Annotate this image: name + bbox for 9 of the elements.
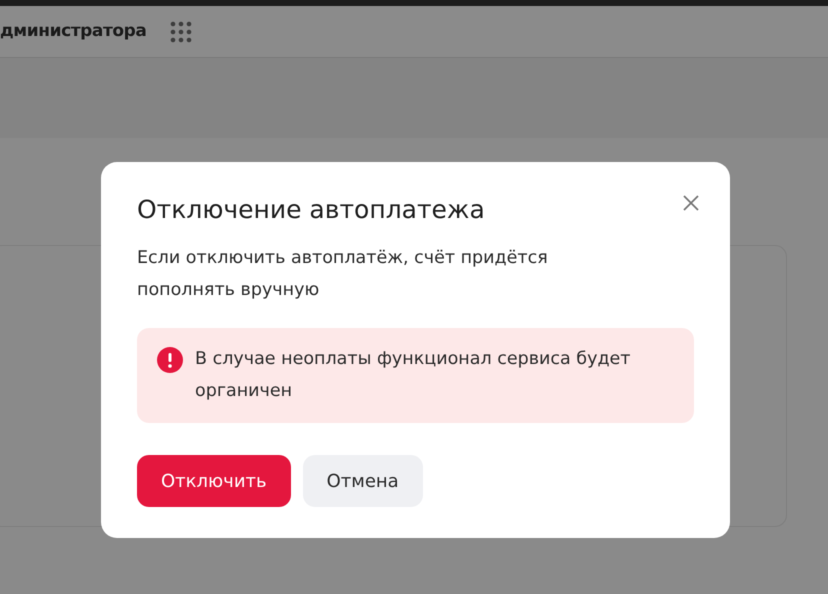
alert-icon: [157, 347, 183, 373]
disable-button[interactable]: Отключить: [137, 455, 291, 507]
dialog-message: Если отключить автоплатёж, счёт придётся пополнять вручную: [137, 247, 549, 302]
dialog-title: Отключение автоплатежа: [137, 194, 485, 226]
close-icon[interactable]: [682, 194, 700, 212]
apps-grid-icon[interactable]: [170, 20, 192, 42]
alert-text: В случае неоплаты функционал сервиса будет органичен: [195, 348, 632, 403]
cancel-button[interactable]: Отмена: [302, 455, 423, 507]
header-title: дминистратора: [0, 20, 146, 43]
